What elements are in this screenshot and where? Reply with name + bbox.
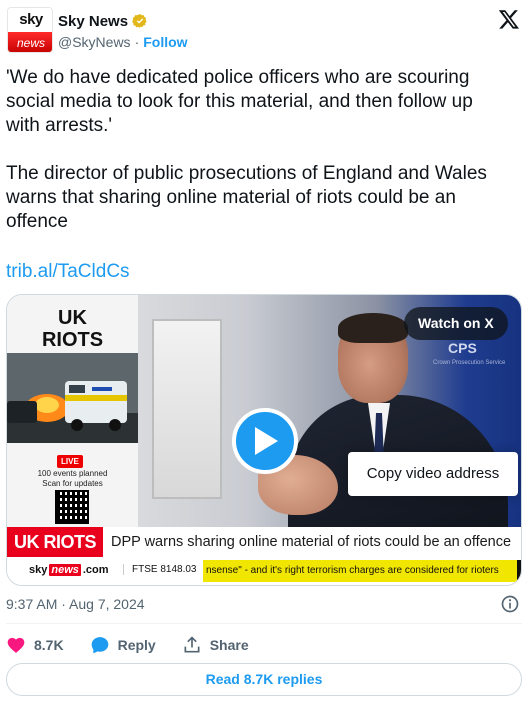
handle[interactable]: @SkyNews	[58, 34, 131, 50]
lower-third-tag: UK RIOTS	[7, 527, 103, 557]
live-badge: LIVE	[57, 455, 83, 468]
avatar[interactable]: sky news	[7, 7, 53, 53]
handle-row: @SkyNews · Follow	[58, 33, 188, 51]
info-icon[interactable]	[500, 594, 520, 614]
cps-logo-text: CPS	[448, 340, 477, 356]
share-icon	[184, 636, 200, 653]
reply-bubble-icon	[91, 637, 108, 654]
events-text: 100 events planned Scan for updates	[37, 469, 108, 488]
follow-button[interactable]: Follow	[143, 34, 187, 50]
tweet-header: sky news Sky News @SkyNews · Follow	[0, 0, 530, 60]
share-button[interactable]: Share	[182, 635, 249, 655]
ticker-logo-sky: sky	[29, 564, 48, 576]
ticker-text: nsense" - and it's right terrorism charg…	[203, 560, 517, 582]
reply-button[interactable]: Reply	[90, 635, 156, 655]
copy-video-address-menu-item[interactable]: Copy video address	[348, 452, 518, 496]
separator-dot: ·	[134, 34, 140, 50]
read-replies-button[interactable]: Read 8.7K replies	[6, 663, 522, 696]
sky-news-logo: sky news .com	[29, 564, 109, 576]
background-window	[152, 319, 222, 499]
video-card[interactable]: UK RIOTS LIVE 100 events planned Scan fo…	[6, 294, 522, 586]
x-logo-icon[interactable]	[498, 8, 520, 30]
lower-third: UK RIOTS DPP warns sharing online materi…	[7, 527, 521, 557]
video-side-panel: UK RIOTS LIVE 100 events planned Scan fo…	[7, 295, 138, 527]
watch-on-x-button[interactable]: Watch on X	[404, 307, 508, 340]
avatar-sky-text: sky	[8, 8, 52, 32]
like-count: 8.7K	[34, 637, 64, 653]
lower-third-headline: DPP warns sharing online material of rio…	[111, 534, 512, 550]
avatar-news-text: news	[8, 32, 52, 52]
ticker-logo-domain: .com	[82, 564, 109, 576]
riot-scene-image	[7, 353, 138, 443]
tweet-link[interactable]: trib.al/TaCldCs	[6, 260, 130, 284]
divider	[6, 623, 522, 624]
play-button[interactable]	[232, 408, 298, 474]
ticker-end-block	[517, 560, 521, 582]
tweet-text: 'We do have dedicated police officers wh…	[6, 67, 487, 232]
share-label: Share	[209, 637, 249, 653]
verified-badge-icon	[132, 14, 147, 28]
reply-label: Reply	[117, 637, 156, 653]
speaker-hair	[338, 313, 408, 343]
riot-photo	[7, 353, 138, 443]
ticker-logo-news: news	[49, 564, 81, 576]
tweet-timestamp[interactable]: 9:37 AM · Aug 7, 2024	[6, 596, 145, 612]
heart-icon	[7, 637, 25, 653]
side-panel-title: UK RIOTS	[41, 307, 104, 351]
action-bar: 8.7K Reply Share	[6, 632, 275, 658]
like-button[interactable]: 8.7K	[6, 635, 64, 655]
name-row: Sky News	[58, 11, 148, 31]
display-name[interactable]: Sky News	[58, 13, 128, 30]
ftse-value: FTSE 8148.03	[123, 564, 196, 575]
qr-code-icon	[55, 490, 89, 524]
news-ticker: sky news .com FTSE 8148.03 nsense" - and…	[7, 557, 521, 585]
cps-subtext: Crown Prosecution Service	[433, 360, 506, 366]
play-icon	[255, 427, 278, 455]
